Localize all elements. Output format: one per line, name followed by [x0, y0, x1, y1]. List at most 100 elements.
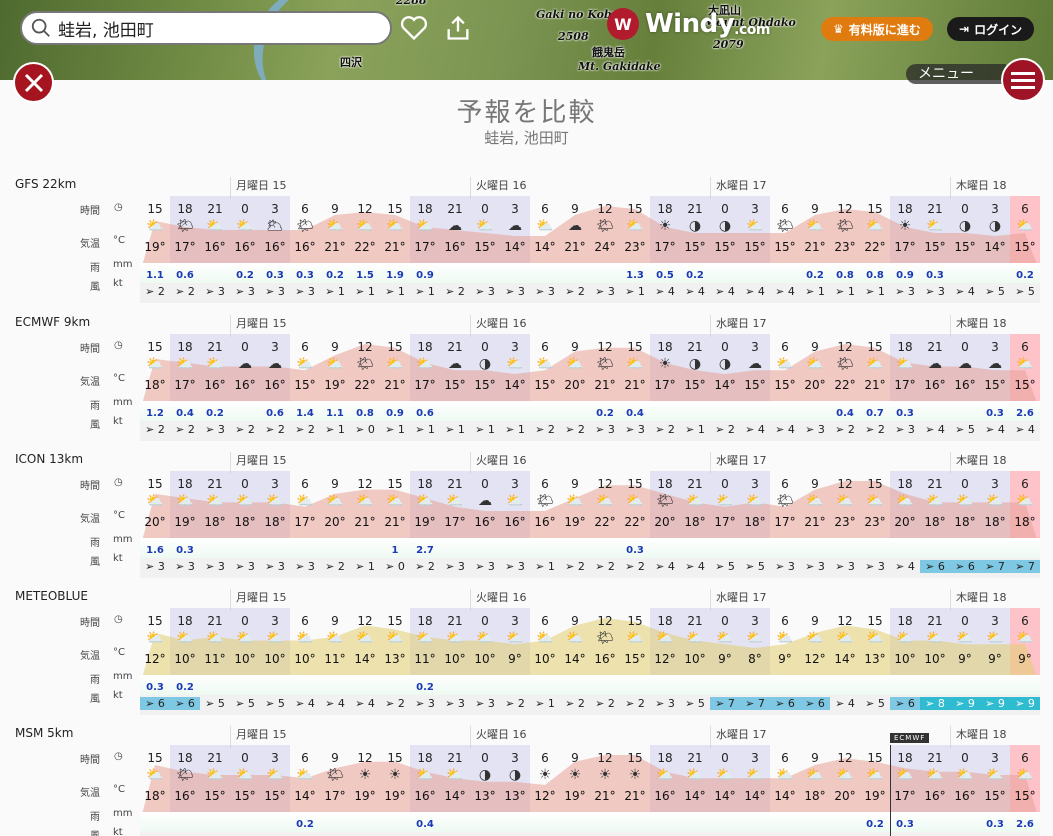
temperature-value: 10° — [264, 652, 286, 666]
rain-value: 1.1 — [326, 408, 344, 419]
row-label-wind: 風 — [90, 282, 100, 293]
hour-label: 3 — [511, 751, 519, 765]
weather-icon: ⛅ — [1016, 218, 1034, 234]
model-name[interactable]: ECMWF 9km — [15, 315, 90, 329]
hour-label: 18 — [177, 340, 193, 354]
hour-label: 0 — [481, 751, 489, 765]
weather-icon: ⛅ — [1016, 630, 1034, 646]
wind-value: ➢ 4 — [295, 697, 315, 710]
forecast-grid: 15 18 21 0 3 6 9 12 15 18 21 0 3 6 9 12 15 18 21 0 3 6 9 12 15 18… — [140, 196, 1040, 303]
temperature-value: 15° — [474, 240, 496, 254]
premium-button[interactable]: ♛ 有料版に進む — [821, 17, 933, 41]
weather-icon: ⛅ — [926, 218, 944, 234]
rain-value: 0.4 — [626, 408, 644, 419]
weather-icon: 🌤 — [326, 767, 344, 783]
temperature-value: 18° — [984, 515, 1006, 529]
hour-label: 21 — [687, 751, 703, 765]
rain-value: 0.3 — [896, 819, 914, 830]
wind-value: ➢ 3 — [445, 560, 465, 573]
weather-icon: ⛅ — [416, 218, 434, 234]
wind-value: ➢ 3 — [475, 560, 495, 573]
weather-icon: ⛅ — [836, 493, 854, 509]
weather-icon: ⛅ — [356, 630, 374, 646]
temperature-value: 18° — [744, 515, 766, 529]
temperature-value: 22° — [354, 378, 376, 392]
temperature-value: 18° — [264, 515, 286, 529]
premium-label: 有料版に進む — [848, 22, 921, 37]
heart-icon[interactable] — [400, 14, 428, 42]
hour-label: 6 — [301, 751, 309, 765]
model-block: METEOBLUE 月曜日 15 火曜日 16 水曜日 17 木曜日 18 時間 気温雨風 ◷… — [0, 584, 1053, 721]
model-name[interactable]: METEOBLUE — [15, 589, 88, 603]
map-label: 2508 — [558, 30, 589, 43]
row-unit: kt — [113, 278, 123, 289]
temperature-value: 20° — [834, 789, 856, 803]
wind-value: ➢ 3 — [265, 285, 285, 298]
temperature-value: 20° — [144, 515, 166, 529]
wind-value: ➢ 3 — [625, 423, 645, 436]
menu-label[interactable]: メニュー — [906, 64, 1006, 84]
weather-icon: ⛅ — [1016, 356, 1034, 372]
weather-icon: ◑ — [478, 767, 492, 783]
wind-value: ➢ 4 — [715, 285, 735, 298]
temperature-value: 15° — [684, 240, 706, 254]
search-input[interactable]: 蛙岩, 池田町 — [20, 11, 392, 45]
rain-value: 1.6 — [146, 545, 164, 556]
temperature-value: 21° — [624, 378, 646, 392]
hour-label: 0 — [241, 751, 249, 765]
model-block: ECMWF 9km 月曜日 15 火曜日 16 水曜日 17 木曜日 18 時間 気温雨風 ◷… — [0, 310, 1053, 447]
row-label-time: 時間 — [80, 344, 100, 355]
wind-value: ➢ 2 — [385, 697, 405, 710]
rain-value: 0.9 — [386, 408, 404, 419]
hour-label: 12 — [597, 202, 613, 216]
temperature-value: 18° — [1014, 515, 1036, 529]
rain-value: 0.3 — [986, 408, 1004, 419]
temperature-value: 10° — [894, 652, 916, 666]
hour-label: 15 — [147, 614, 163, 628]
wind-value: ➢ 3 — [205, 560, 225, 573]
hour-label: 3 — [991, 202, 999, 216]
weather-icon: ⛅ — [956, 767, 974, 783]
hour-label: 21 — [447, 614, 463, 628]
hour-label: 15 — [387, 202, 403, 216]
weather-icon: ⛅ — [896, 493, 914, 509]
temperature-value: 21° — [624, 789, 646, 803]
row-label-time: 時間 — [80, 755, 100, 766]
temperature-value: 14° — [714, 378, 736, 392]
temperature-value: 14° — [774, 789, 796, 803]
temperature-value: 18° — [804, 789, 826, 803]
hour-label: 0 — [241, 340, 249, 354]
share-icon[interactable] — [444, 14, 472, 42]
temperature-value: 15° — [1014, 240, 1036, 254]
temperature-value: 14° — [984, 240, 1006, 254]
wind-value: ➢ 1 — [325, 423, 345, 436]
temperature-value: 15° — [984, 378, 1006, 392]
wind-value: ➢ 7 — [740, 697, 770, 710]
temperature-value: 10° — [444, 652, 466, 666]
weather-icon: ⛅ — [986, 767, 1004, 783]
hour-label: 12 — [357, 614, 373, 628]
row-unit: mm — [113, 808, 133, 819]
hour-label: 18 — [657, 202, 673, 216]
temperature-value: 11° — [414, 652, 436, 666]
rain-value: 0.8 — [866, 270, 884, 281]
model-name[interactable]: ICON 13km — [15, 452, 83, 466]
model-name[interactable]: MSM 5km — [15, 726, 73, 740]
weather-icon: ⛅ — [566, 630, 584, 646]
temperature-value: 19° — [384, 789, 406, 803]
weather-icon: ⛅ — [956, 493, 974, 509]
login-button[interactable]: ⇥ ログイン — [947, 17, 1035, 41]
wind-value: ➢ 4 — [655, 285, 675, 298]
weather-icon: ☀ — [628, 767, 642, 783]
hour-label: 0 — [961, 340, 969, 354]
weather-icon: ⛅ — [236, 767, 254, 783]
windy-logo[interactable]: W Windy .com — [607, 8, 770, 40]
weather-icon: ⛅ — [356, 218, 374, 234]
row-label-wind: 風 — [90, 557, 100, 568]
hour-label: 12 — [597, 614, 613, 628]
temperature-value: 18° — [144, 378, 166, 392]
wind-value: ➢ 3 — [595, 423, 615, 436]
weather-icon: ☀ — [598, 767, 612, 783]
weather-icon: ⛅ — [416, 356, 434, 372]
model-name[interactable]: GFS 22km — [15, 177, 76, 191]
